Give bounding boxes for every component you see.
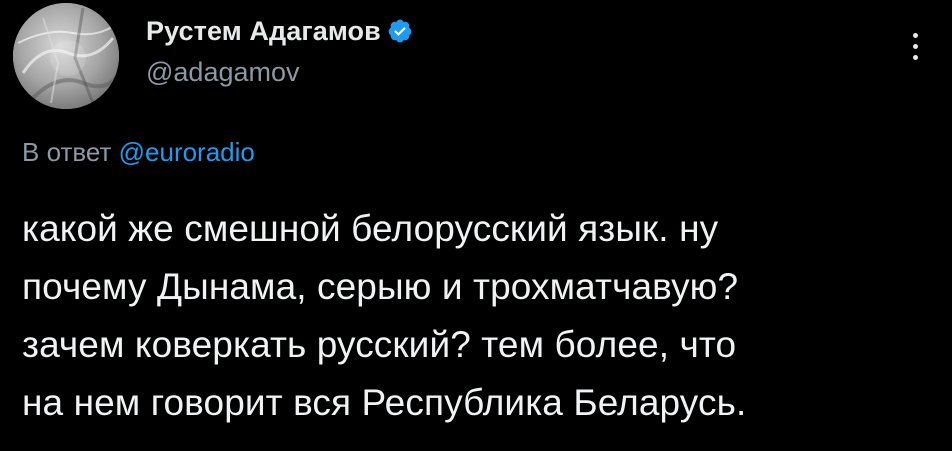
tweet-text-line: зачем коверкать русский? тем более, что [22,324,737,365]
reply-mention-link[interactable]: @euroradio [119,137,255,167]
reply-prefix: В ответ [22,137,119,167]
tweet-text: какой же смешной белорусский язык. ну по… [22,200,942,432]
author-handle[interactable]: @adagamov [146,57,300,88]
more-vertical-icon [912,32,918,38]
tweet-text-line: какой же смешной белорусский язык. ну [22,208,719,249]
tweet-text-line: почему Дынама, серыю и трохматчавую? [22,266,739,307]
author-display-name[interactable]: Рустем Адагамов [146,16,381,47]
avatar[interactable] [13,3,119,109]
verified-badge-icon [388,19,412,43]
reply-context: В ответ @euroradio [22,137,255,168]
tweet-text-line: на нем говорит вся Республика Беларусь. [22,382,747,423]
more-options-button[interactable] [900,24,930,68]
avatar-image [13,3,119,109]
author-name-row[interactable]: Рустем Адагамов [146,14,413,48]
tweet: Рустем Адагамов @adagamov В ответ @euror… [0,0,952,451]
